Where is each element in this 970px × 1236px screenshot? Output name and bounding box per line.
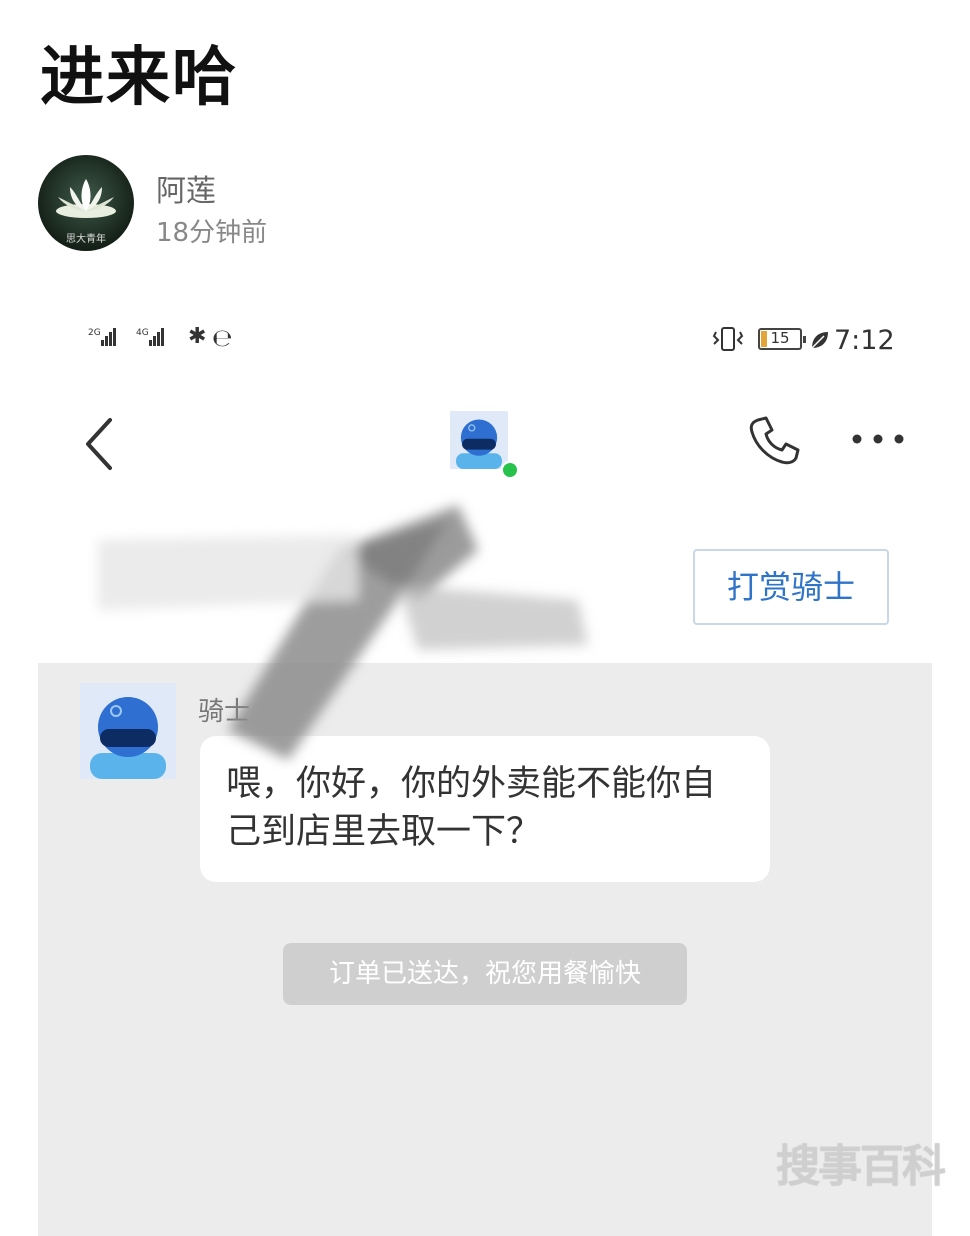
vibrate-icon (712, 327, 744, 351)
more-icon[interactable] (850, 432, 906, 446)
bluetooth-icon: ✱ (188, 324, 207, 349)
author-avatar[interactable]: 思大青年 (38, 155, 134, 251)
helmet-icon (456, 419, 502, 469)
signal-2g: 2G (88, 328, 117, 346)
online-indicator (501, 461, 519, 479)
rider-avatar-top[interactable] (450, 411, 508, 469)
signal-bars-icon (148, 328, 165, 346)
status-time: 7:12 (834, 325, 895, 356)
signal-4g: 4G (136, 328, 165, 346)
signal-bars-icon (100, 328, 117, 346)
signal-label: 2G (88, 328, 101, 338)
chat-navbar (38, 396, 932, 496)
leaf-icon (811, 332, 828, 349)
post-time: 18分钟前 (156, 218, 268, 248)
post-title: 进来哈 (40, 41, 238, 115)
back-icon[interactable] (80, 416, 120, 472)
rider-avatar[interactable] (80, 683, 176, 779)
phone-icon[interactable] (748, 414, 800, 466)
message-bubble[interactable]: 喂，你好，你的外卖能不能你自己到店里去取一下？ (200, 736, 770, 882)
watermark: 搜事百科 (776, 1141, 946, 1192)
sender-label: 骑士 (198, 697, 251, 727)
battery-icon: 15 (758, 328, 806, 350)
embedded-screenshot: 2G 4G ✱ ℮ 15 7:12 打赏骑士 骑士 喂，你好，你的外卖能不能你自… (38, 300, 932, 1236)
e-network-icon: ℮ (212, 324, 233, 352)
tip-rider-button[interactable]: 打赏骑士 (693, 549, 889, 625)
battery-level: 15 (770, 329, 790, 347)
status-bar: 2G 4G ✱ ℮ 15 7:12 (38, 300, 932, 380)
lotus-icon (56, 179, 116, 218)
avatar-caption: 思大青年 (66, 234, 106, 245)
system-notice: 订单已送达，祝您用餐愉快 (283, 943, 687, 1005)
signal-label: 4G (136, 328, 149, 338)
helmet-icon (90, 697, 166, 779)
author-name[interactable]: 阿莲 (156, 166, 216, 210)
